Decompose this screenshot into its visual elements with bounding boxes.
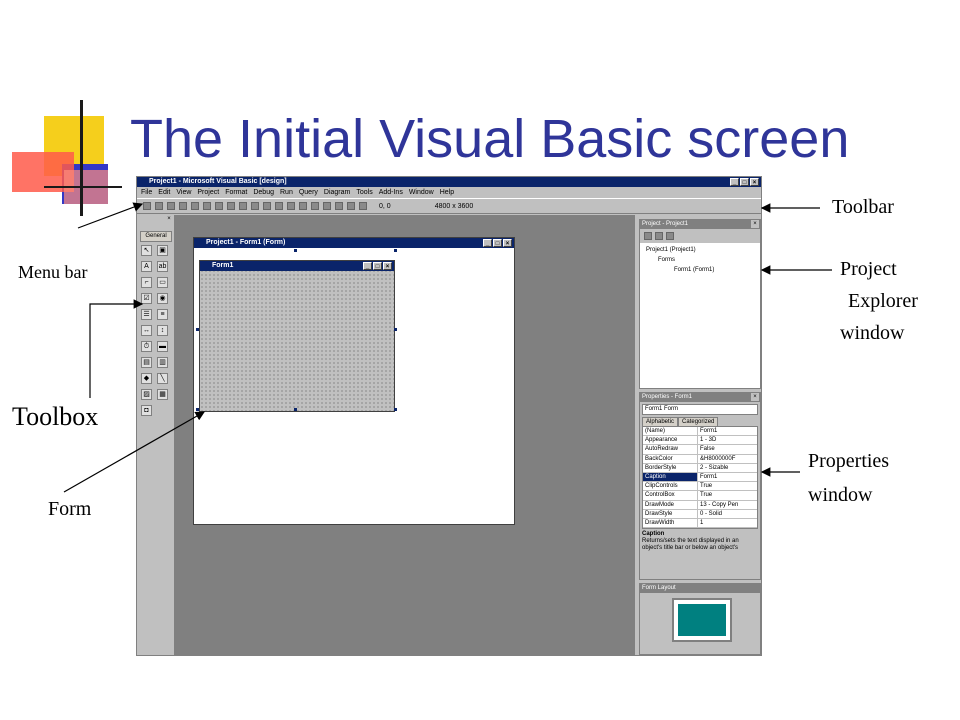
arrow-toolbox (89, 299, 144, 398)
arrow-menu-bar (77, 202, 144, 229)
arrow-form (63, 411, 206, 493)
callout-arrows (63, 202, 832, 493)
